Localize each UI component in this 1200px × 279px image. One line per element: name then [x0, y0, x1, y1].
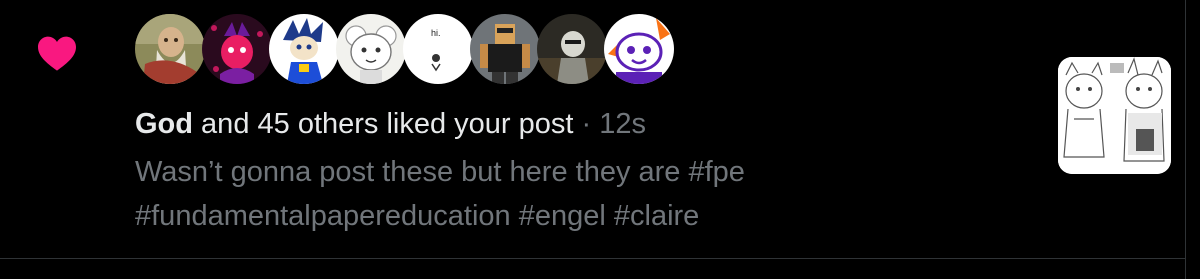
- column-divider: [1185, 0, 1186, 279]
- row-divider: [0, 258, 1186, 259]
- heart-icon: [38, 36, 76, 71]
- summary-text: and 45 others liked your post: [193, 108, 574, 140]
- liked-post-text[interactable]: Wasn’t gonna post these but here they ar…: [135, 150, 895, 238]
- timestamp: 12s: [599, 108, 647, 140]
- avatar-painting[interactable]: [135, 14, 205, 84]
- separator-dot: ·: [573, 108, 600, 140]
- like-notification[interactable]: hi. God and 45 others liked your post · …: [0, 0, 1185, 258]
- avatar-cartoon-face[interactable]: [604, 14, 674, 84]
- avatar-white-character[interactable]: [336, 14, 406, 84]
- avatar-dark-figure[interactable]: [537, 14, 607, 84]
- avatar-sketch-text: hi.: [431, 28, 441, 38]
- avatar-red-character[interactable]: [202, 14, 272, 84]
- actor-name[interactable]: God: [135, 108, 193, 140]
- avatar-blue-character[interactable]: [269, 14, 339, 84]
- notification-summary: God and 45 others liked your post · 12s: [135, 106, 646, 142]
- avatar-blocky-figure[interactable]: [470, 14, 540, 84]
- post-image-thumbnail[interactable]: [1058, 57, 1171, 174]
- avatar-text-sketch[interactable]: hi.: [403, 14, 473, 84]
